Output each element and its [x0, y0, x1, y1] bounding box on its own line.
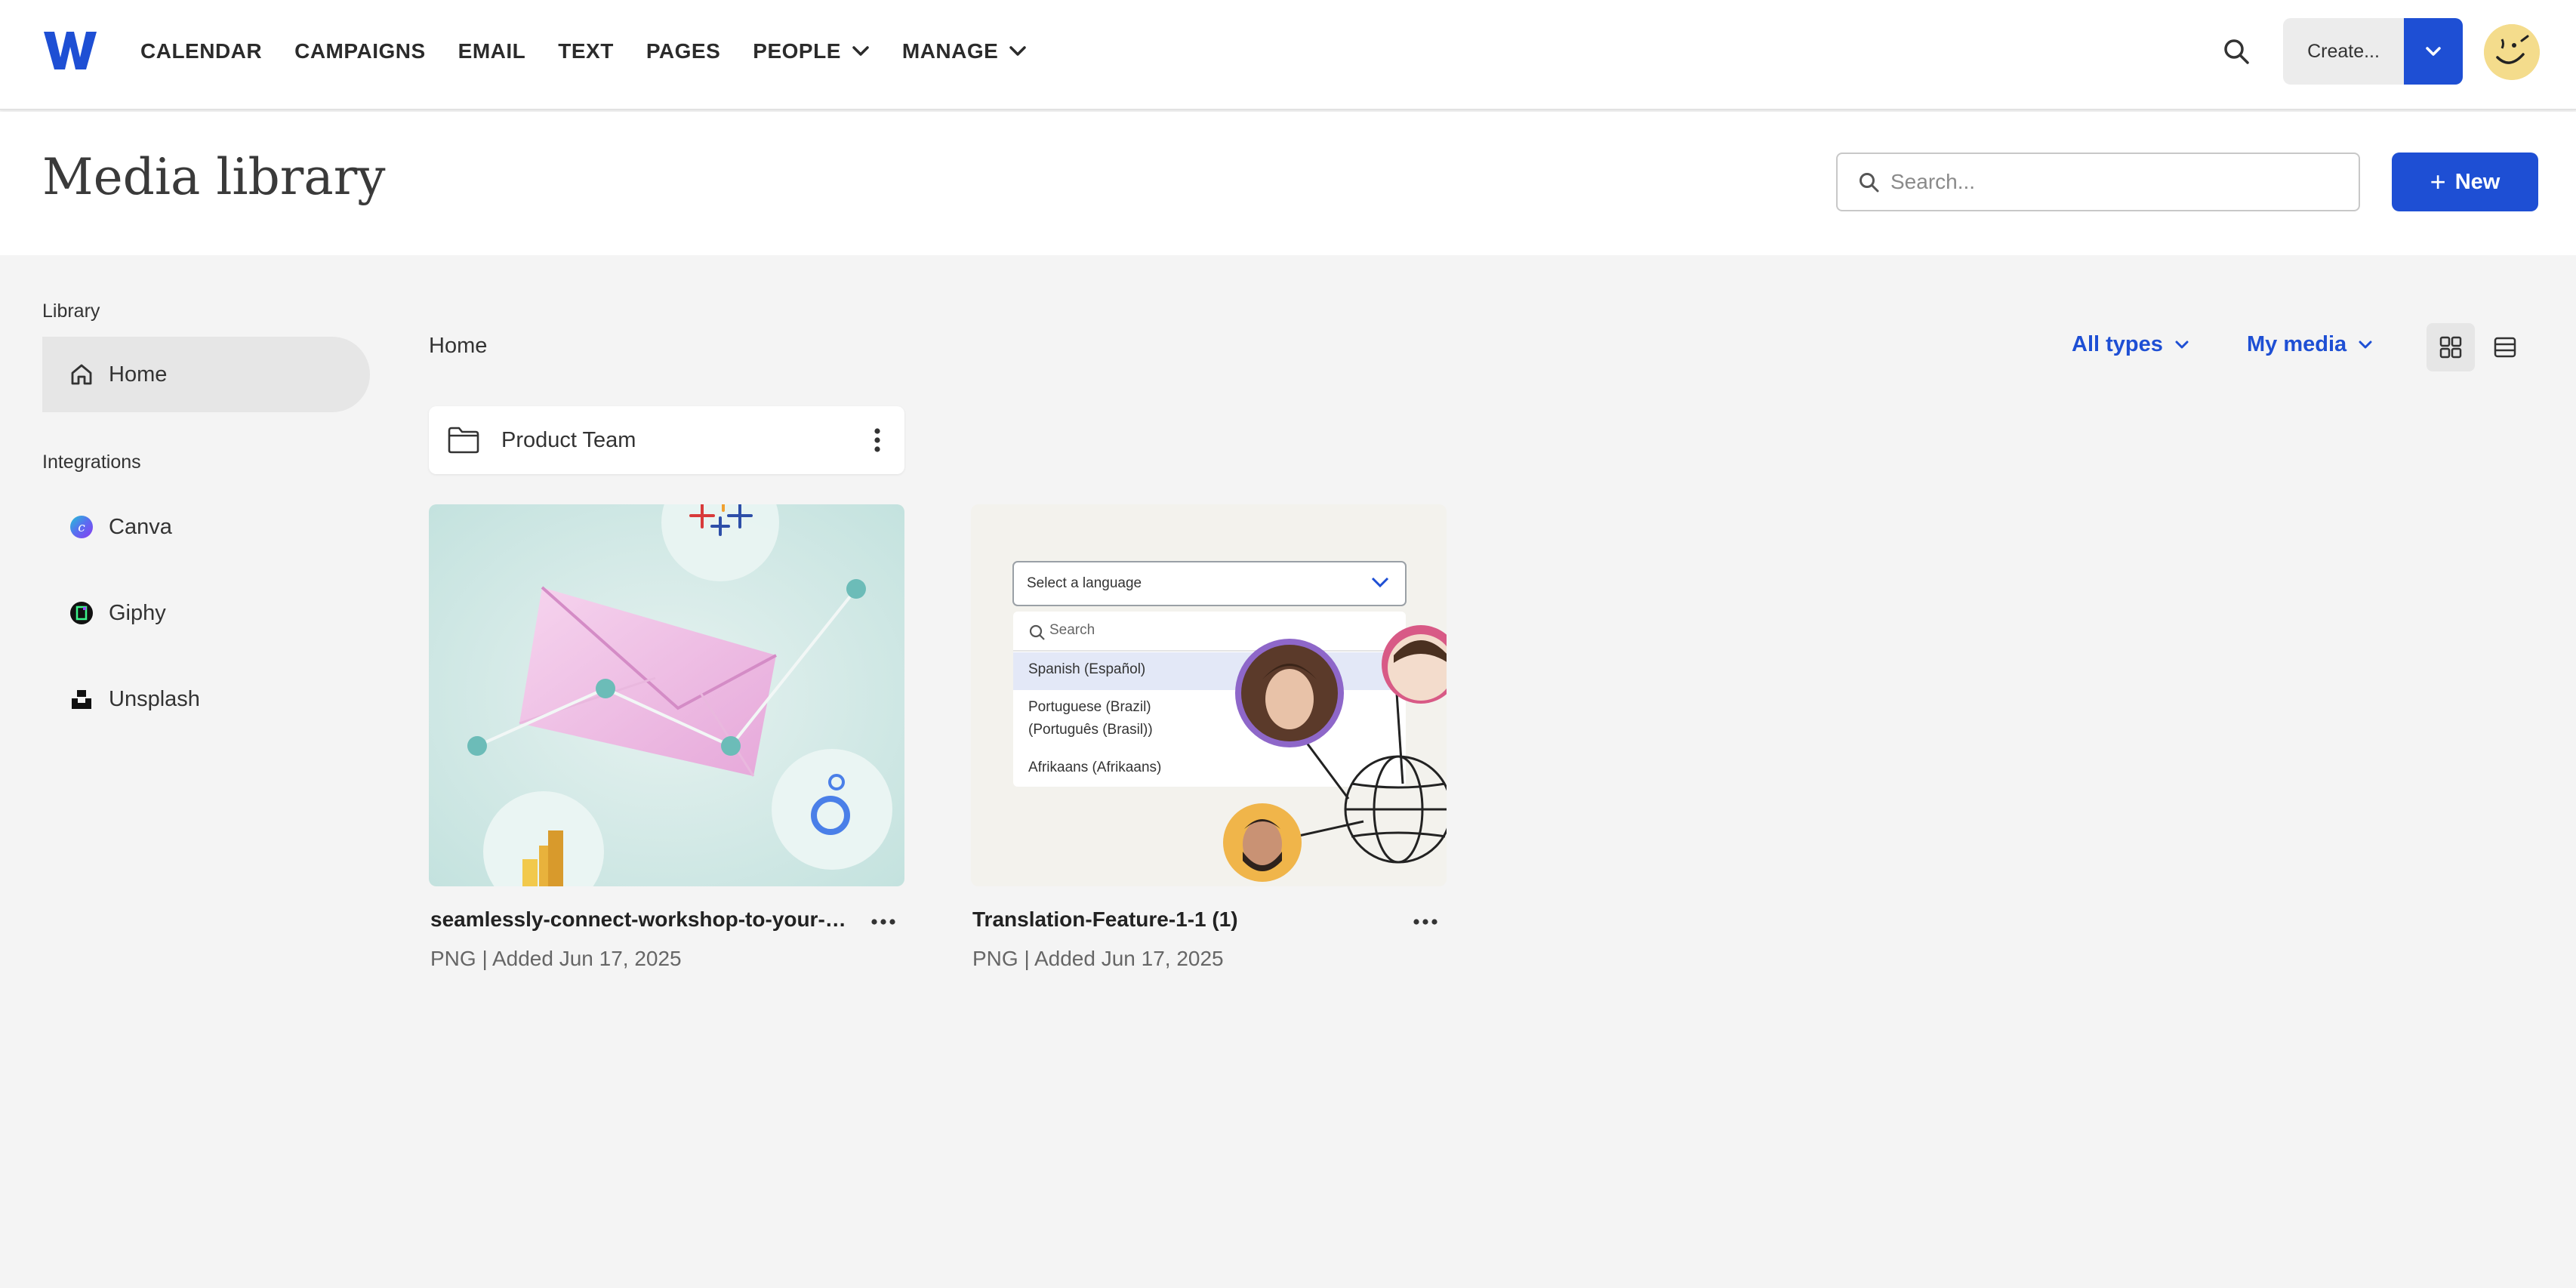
sidebar-item-unsplash[interactable]: Unsplash — [42, 661, 370, 737]
media-meta: PNG | Added Jun 17, 2025 — [430, 947, 682, 970]
media-thumbnail[interactable]: Select a language Search Spanish (Españo… — [971, 504, 1447, 886]
chevron-down-icon — [2175, 340, 2189, 348]
nav-text-label: TEXT — [558, 39, 614, 63]
create-button-label: Create... — [2307, 40, 2380, 62]
wix-logo-icon[interactable] — [42, 29, 98, 72]
nav-email[interactable]: EMAIL — [458, 39, 526, 63]
media-more-options-button[interactable] — [1409, 911, 1442, 933]
new-button-label: New — [2454, 169, 2501, 194]
top-navigation-bar: CALENDAR CAMPAIGNS EMAIL TEXT PAGES PEOP… — [0, 0, 2576, 110]
translation-feature-image — [971, 504, 1447, 886]
sidebar-item-label: Canva — [109, 514, 172, 539]
nav-manage-label: MANAGE — [901, 39, 999, 63]
nav-people-label: PEOPLE — [753, 39, 841, 63]
select-language-label: Select a language — [1027, 575, 1142, 591]
type-filter-label: All types — [2072, 332, 2163, 356]
folder-icon — [448, 427, 479, 454]
media-thumbnail[interactable] — [429, 504, 904, 886]
nav-manage[interactable]: MANAGE — [902, 39, 1027, 63]
type-filter-dropdown[interactable]: All types — [2072, 332, 2189, 357]
page-header: Media library + New — [0, 112, 2576, 255]
horizontal-dots-icon — [1413, 919, 1437, 925]
unsplash-icon — [68, 686, 95, 713]
media-search-field[interactable] — [1836, 153, 2360, 211]
main-nav: CALENDAR CAMPAIGNS EMAIL TEXT PAGES PEOP… — [140, 0, 1059, 103]
list-view-button[interactable] — [2481, 323, 2529, 371]
language-option: (Português (Brasil)) — [1028, 722, 1153, 738]
library-heading: Library — [42, 300, 100, 322]
giphy-icon — [68, 599, 95, 627]
nav-pages-label: PAGES — [646, 39, 721, 63]
language-option: Afrikaans (Afrikaans) — [1028, 760, 1162, 775]
list-icon — [2494, 337, 2516, 358]
search-icon — [1860, 173, 1879, 193]
language-option: Portuguese (Brazil) — [1028, 699, 1151, 715]
plus-icon: + — [2430, 166, 2446, 197]
grid-icon — [2439, 336, 2462, 359]
nav-text[interactable]: TEXT — [558, 39, 614, 63]
svg-text:c: c — [78, 520, 85, 535]
nav-people[interactable]: PEOPLE — [753, 39, 870, 63]
chevron-down-icon — [2426, 47, 2441, 56]
nav-calendar[interactable]: CALENDAR — [140, 39, 262, 63]
smiley-avatar-icon — [2484, 24, 2540, 80]
media-meta: PNG | Added Jun 17, 2025 — [972, 947, 1224, 970]
media-title: seamlessly-connect-workshop-to-your-bu..… — [430, 907, 853, 931]
language-search-label: Search — [1049, 622, 1095, 638]
page-title: Media library — [42, 148, 386, 206]
chevron-down-icon — [1009, 46, 1027, 56]
chevron-down-icon — [2359, 340, 2372, 348]
nav-pages[interactable]: PAGES — [646, 39, 720, 63]
vertical-dots-icon — [874, 428, 880, 452]
breadcrumb: Home — [429, 334, 488, 358]
folder-card[interactable]: Product Team — [429, 406, 904, 474]
horizontal-dots-icon — [871, 919, 895, 925]
sidebar-item-giphy[interactable]: Giphy — [42, 575, 370, 651]
folder-more-options-button[interactable] — [862, 425, 892, 455]
media-search-input[interactable] — [1890, 170, 2359, 194]
user-avatar[interactable] — [2484, 24, 2540, 80]
sidebar-item-label: Home — [109, 362, 168, 387]
envelope-integration-image — [429, 504, 904, 886]
sidebar-item-label: Giphy — [109, 600, 166, 625]
home-icon — [68, 361, 95, 388]
chevron-down-icon — [852, 46, 869, 56]
nav-campaigns-label: CAMPAIGNS — [294, 39, 426, 63]
create-menu-toggle[interactable] — [2404, 18, 2463, 85]
media-more-options-button[interactable] — [867, 911, 900, 933]
language-option: Spanish (Español) — [1028, 661, 1146, 677]
new-button[interactable]: + New — [2392, 153, 2538, 211]
nav-calendar-label: CALENDAR — [140, 39, 263, 63]
integrations-heading: Integrations — [42, 451, 141, 473]
canva-icon: c — [68, 513, 95, 541]
nav-campaigns[interactable]: CAMPAIGNS — [294, 39, 426, 63]
media-title: Translation-Feature-1-1 (1) — [972, 907, 1238, 931]
sidebar-item-label: Unsplash — [109, 686, 200, 711]
owner-filter-dropdown[interactable]: My media — [2247, 332, 2372, 357]
folder-name: Product Team — [501, 427, 636, 452]
nav-email-label: EMAIL — [458, 39, 526, 63]
search-icon[interactable] — [2221, 36, 2251, 66]
owner-filter-label: My media — [2247, 332, 2347, 356]
grid-view-button[interactable] — [2427, 323, 2475, 371]
sidebar-item-home[interactable]: Home — [42, 337, 370, 412]
sidebar-item-canva[interactable]: c Canva — [42, 489, 370, 565]
create-button[interactable]: Create... — [2283, 18, 2404, 85]
